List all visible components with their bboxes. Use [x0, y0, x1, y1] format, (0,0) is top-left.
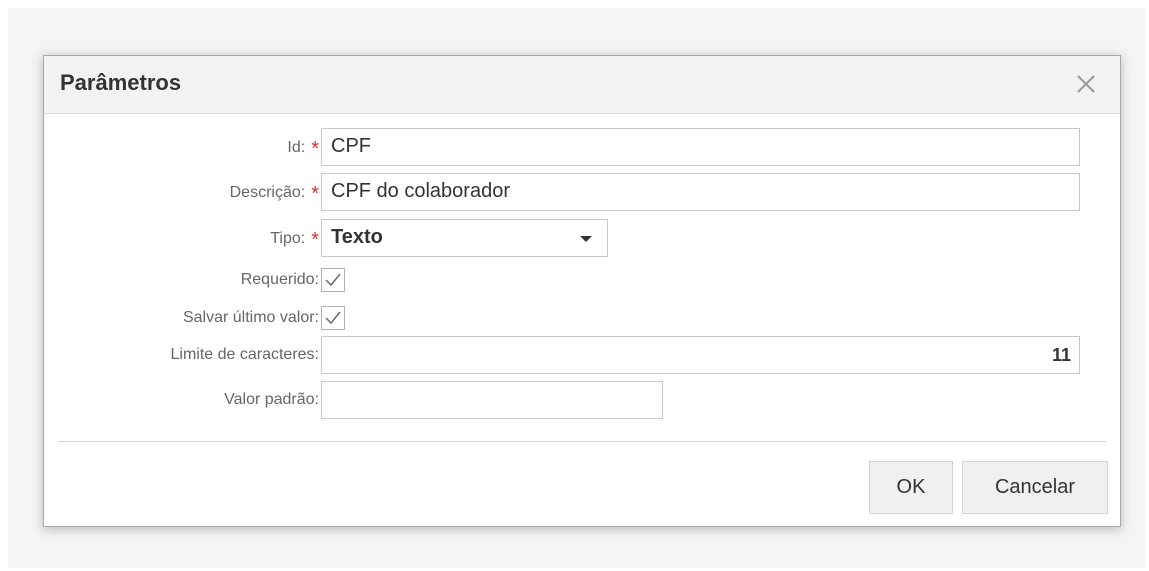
salvar-ultimo-label: Salvar último valor: [182, 309, 319, 326]
parameters-dialog: Parâmetros Id: * CPF Descrição: * CPF do c… [43, 55, 1121, 527]
checkmark-icon [325, 273, 341, 287]
close-icon[interactable] [1072, 70, 1100, 98]
required-mark: * [311, 229, 319, 251]
checkmark-icon [325, 311, 341, 325]
row-limite: Limite de caracteres: 11 [44, 336, 1120, 376]
chevron-down-icon [580, 236, 592, 242]
limite-field[interactable]: 11 [321, 336, 1080, 374]
tipo-label: Tipo: * [270, 229, 319, 252]
tipo-select[interactable]: Texto [321, 219, 608, 257]
requerido-label: Requerido: [240, 271, 319, 288]
row-requerido: Requerido: [44, 261, 1120, 301]
descricao-label-text: Descrição: [229, 184, 306, 201]
tipo-select-value: Texto [331, 226, 383, 248]
tipo-label-text: Tipo: [270, 230, 306, 247]
row-valor-padrao: Valor padrão: [44, 381, 1120, 421]
id-label: Id: * [287, 138, 319, 161]
row-descricao: Descrição: * CPF do colaborador [44, 173, 1120, 213]
descricao-field[interactable]: CPF do colaborador [321, 173, 1080, 211]
id-field[interactable]: CPF [321, 128, 1080, 166]
dialog-header: Parâmetros [44, 56, 1120, 114]
row-tipo: Tipo: * Texto [44, 219, 1120, 259]
limite-label: Limite de caracteres: [170, 346, 319, 363]
footer-divider [58, 441, 1106, 442]
salvar-ultimo-checkbox[interactable] [321, 306, 345, 330]
dialog-title: Parâmetros [60, 70, 182, 95]
valor-padrao-label: Valor padrão: [224, 391, 319, 408]
required-mark: * [311, 183, 319, 205]
row-salvar-ultimo: Salvar último valor: [44, 299, 1120, 339]
valor-padrao-field[interactable] [321, 381, 663, 419]
cancel-button[interactable]: Cancelar [962, 461, 1108, 514]
ok-button[interactable]: OK [869, 461, 953, 514]
required-mark: * [311, 138, 319, 160]
descricao-label: Descrição: * [230, 183, 319, 206]
id-label-text: Id: [287, 139, 306, 156]
row-id: Id: * CPF [44, 128, 1120, 168]
requerido-checkbox[interactable] [321, 268, 345, 292]
